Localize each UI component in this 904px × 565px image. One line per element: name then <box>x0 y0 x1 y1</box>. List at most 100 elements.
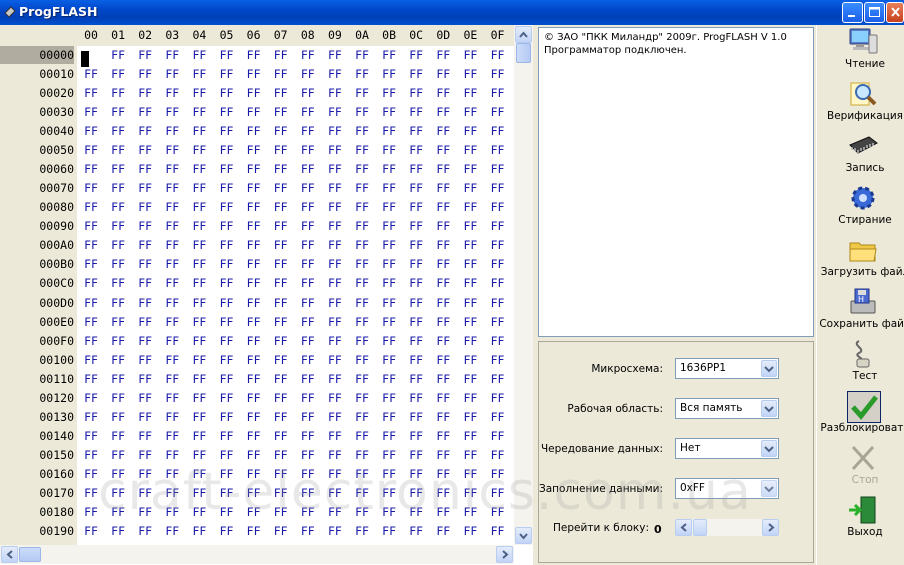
hex-byte-cell[interactable]: FF <box>295 332 321 350</box>
interleave-select[interactable]: Нет <box>675 438 779 459</box>
hex-byte-cell[interactable]: FF <box>268 389 294 407</box>
hex-byte-cell[interactable]: FF <box>349 351 375 369</box>
hex-byte-cell[interactable]: FF <box>485 465 511 483</box>
hex-byte-cell[interactable]: FF <box>241 141 267 159</box>
hex-byte-cell[interactable]: FF <box>349 522 375 540</box>
hex-byte-cell[interactable]: FF <box>485 141 511 159</box>
hex-byte-cell[interactable]: FF <box>159 198 185 216</box>
hex-byte-cell[interactable]: FF <box>214 217 240 235</box>
hex-byte-cell[interactable]: FF <box>349 332 375 350</box>
hex-byte-cell[interactable]: FF <box>457 313 483 331</box>
hex-byte-cell[interactable]: FF <box>376 236 402 254</box>
hex-byte-cell[interactable]: FF <box>457 408 483 426</box>
scroll-up-button[interactable] <box>515 26 532 43</box>
hex-byte-cell[interactable]: FF <box>214 65 240 83</box>
hex-byte-cell[interactable]: FF <box>295 274 321 292</box>
hex-byte-cell[interactable]: FF <box>105 122 131 140</box>
hex-byte-cell[interactable]: FF <box>268 274 294 292</box>
hex-byte-cell[interactable]: FF <box>485 427 511 445</box>
hex-byte-cell[interactable]: FF <box>78 274 104 292</box>
hex-byte-cell[interactable]: FF <box>159 160 185 178</box>
hex-byte-cell[interactable]: FF <box>241 446 267 464</box>
hex-byte-cell[interactable]: FF <box>322 160 348 178</box>
hex-byte-cell[interactable]: FF <box>186 255 212 273</box>
hex-byte-cell[interactable]: FF <box>186 332 212 350</box>
hex-byte-cell[interactable]: FF <box>430 408 456 426</box>
hex-byte-cell[interactable]: FF <box>105 446 131 464</box>
title-bar[interactable]: ProgFLASH <box>0 0 904 25</box>
write-button[interactable]: Запись <box>817 129 904 181</box>
hex-byte-cell[interactable]: FF <box>403 103 429 121</box>
hex-byte-cell[interactable]: FF <box>376 503 402 521</box>
hex-byte-cell[interactable]: FF <box>376 522 402 540</box>
hex-byte-cell[interactable]: FF <box>430 370 456 388</box>
hex-byte-cell[interactable]: FF <box>186 122 212 140</box>
hex-byte-cell[interactable]: FF <box>485 217 511 235</box>
hex-byte-cell[interactable]: FF <box>214 332 240 350</box>
hex-byte-cell[interactable]: FF <box>105 179 131 197</box>
hex-byte-cell[interactable]: FF <box>403 160 429 178</box>
hex-byte-cell[interactable]: FF <box>186 84 212 102</box>
hex-byte-cell[interactable]: FF <box>268 236 294 254</box>
hex-byte-cell[interactable]: FF <box>78 522 104 540</box>
hex-byte-cell[interactable]: FF <box>322 198 348 216</box>
hex-byte-cell[interactable]: FF <box>322 351 348 369</box>
hex-byte-cell[interactable]: FF <box>485 446 511 464</box>
hex-byte-cell[interactable]: FF <box>457 141 483 159</box>
hex-byte-cell[interactable]: FF <box>132 313 158 331</box>
hex-byte-cell[interactable]: FF <box>78 332 104 350</box>
hex-byte-cell[interactable]: FF <box>322 217 348 235</box>
hex-byte-cell[interactable]: FF <box>295 122 321 140</box>
hex-byte-cell[interactable]: FF <box>268 198 294 216</box>
hex-byte-cell[interactable]: FF <box>430 103 456 121</box>
hex-byte-cell[interactable]: FF <box>457 294 483 312</box>
hex-byte-cell[interactable]: FF <box>186 198 212 216</box>
hex-byte-cell[interactable]: FF <box>430 198 456 216</box>
hex-byte-cell[interactable]: FF <box>132 103 158 121</box>
hex-byte-cell[interactable]: FF <box>485 46 511 64</box>
hex-byte-cell[interactable]: FF <box>403 484 429 502</box>
hex-byte-cell[interactable]: FF <box>349 122 375 140</box>
hex-byte-cell[interactable]: FF <box>376 313 402 331</box>
hex-byte-cell[interactable]: FF <box>430 217 456 235</box>
hex-byte-cell[interactable]: FF <box>105 332 131 350</box>
hex-byte-cell[interactable]: FF <box>132 294 158 312</box>
hex-byte-cell[interactable]: FF <box>268 313 294 331</box>
hex-byte-cell[interactable]: FF <box>105 484 131 502</box>
hex-byte-cell[interactable]: FF <box>78 84 104 102</box>
vertical-scrollbar[interactable] <box>514 25 533 545</box>
hex-byte-cell[interactable]: FF <box>78 389 104 407</box>
hex-byte-cell[interactable]: FF <box>268 408 294 426</box>
vertical-scroll-thumb[interactable] <box>516 43 531 63</box>
hex-byte-cell[interactable]: FF <box>78 198 104 216</box>
hex-byte-cell[interactable]: FF <box>268 179 294 197</box>
hex-byte-cell[interactable]: FF <box>78 179 104 197</box>
hex-byte-cell[interactable]: FF <box>295 446 321 464</box>
hex-byte-cell[interactable]: FF <box>403 389 429 407</box>
block-left-button[interactable] <box>675 519 692 536</box>
hex-byte-cell[interactable]: FF <box>78 294 104 312</box>
hex-byte-cell[interactable]: FF <box>322 179 348 197</box>
hex-byte-cell[interactable]: FF <box>78 236 104 254</box>
hex-byte-cell[interactable]: FF <box>105 503 131 521</box>
hex-editor[interactable]: 00 01 02 03 04 05 06 07 08 09 0A 0B 0C 0D 0E 0F 00000 FF… <box>0 25 533 565</box>
hex-byte-cell[interactable]: FF <box>132 217 158 235</box>
hex-byte-cell[interactable]: FF <box>430 65 456 83</box>
hex-byte-cell[interactable]: FF <box>268 65 294 83</box>
hex-byte-cell[interactable]: FF <box>268 503 294 521</box>
hex-byte-cell[interactable]: FF <box>349 408 375 426</box>
hex-byte-cell[interactable]: FF <box>430 122 456 140</box>
hex-byte-cell[interactable]: FF <box>132 46 158 64</box>
hex-byte-cell[interactable]: FF <box>430 465 456 483</box>
hex-byte-cell[interactable]: FF <box>132 484 158 502</box>
hex-byte-cell[interactable]: FF <box>457 179 483 197</box>
hex-byte-cell[interactable]: FF <box>376 217 402 235</box>
hex-byte-cell[interactable]: FF <box>457 198 483 216</box>
hex-byte-cell[interactable]: FF <box>295 427 321 445</box>
hex-byte-cell[interactable]: FF <box>403 370 429 388</box>
hex-byte-cell[interactable]: FF <box>349 465 375 483</box>
hex-byte-cell[interactable]: FF <box>214 84 240 102</box>
hex-byte-cell[interactable]: FF <box>214 389 240 407</box>
hex-byte-cell[interactable]: FF <box>485 84 511 102</box>
hex-byte-cell[interactable]: FF <box>186 484 212 502</box>
